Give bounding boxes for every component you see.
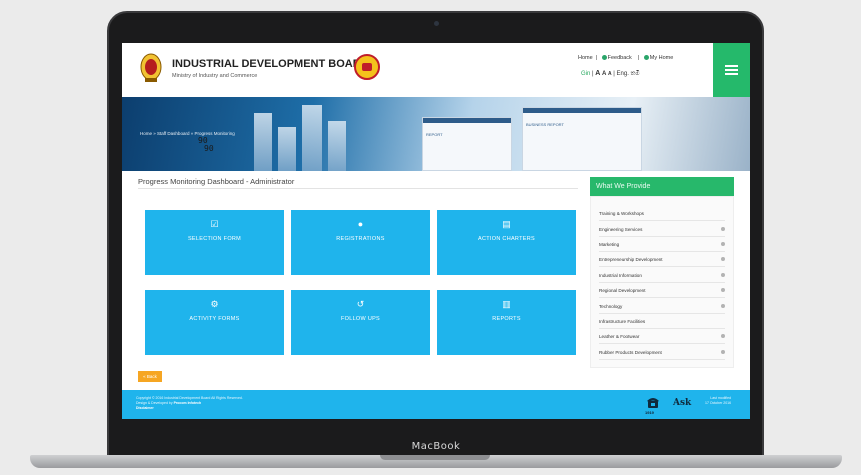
sidebar-item-technology[interactable]: Technology xyxy=(599,299,725,314)
laptop-brand-label: MacBook xyxy=(411,441,461,452)
screen: INDUSTRIAL DEVELOPMENT BOARD Ministry of… xyxy=(122,43,750,419)
history-icon: ↺ xyxy=(356,299,365,309)
banner-bar xyxy=(254,113,272,171)
user-icon xyxy=(643,55,649,60)
feedback-icon xyxy=(601,55,607,60)
camera xyxy=(434,21,439,26)
tile-label: SELECTION FORM xyxy=(187,236,242,242)
arrow-icon xyxy=(721,242,725,246)
last-updated: Last modified 17 October 2016 xyxy=(705,396,732,405)
language-switch: Gin | A A A | Eng. තමි xyxy=(581,70,640,77)
selection-form-tile[interactable]: ☑ SELECTION FORM xyxy=(145,210,284,275)
home-link[interactable]: Home xyxy=(578,55,593,61)
board-logo xyxy=(354,54,380,80)
arrow-icon xyxy=(721,273,725,277)
page-title: Progress Monitoring Dashboard - Administ… xyxy=(138,177,295,186)
tile-label: FOLLOW UPS xyxy=(340,316,381,322)
site-title: INDUSTRIAL DEVELOPMENT BOARD xyxy=(172,58,369,70)
tile-label: ACTIVITY FORMS xyxy=(189,316,240,322)
activity-forms-tile[interactable]: ⚙ ACTIVITY FORMS xyxy=(145,290,284,355)
sidebar-item-marketing[interactable]: Marketing xyxy=(599,237,725,252)
arrow-icon xyxy=(721,304,725,308)
arrow-icon xyxy=(721,350,725,354)
laptop-notch xyxy=(380,455,490,460)
font-large-button[interactable]: A xyxy=(595,70,600,77)
arrow-icon xyxy=(721,257,725,261)
arrow-icon xyxy=(721,227,725,231)
gears-icon: ⚙ xyxy=(210,299,219,309)
reports-tile[interactable]: ▥ REPORTS xyxy=(437,290,576,355)
tamil-link[interactable]: Eng. තමි xyxy=(617,71,640,77)
banner-bar xyxy=(278,127,296,171)
sidebar-item-rubber-products[interactable]: Rubber Products Development xyxy=(599,345,725,360)
banner-numbers: 90 90 xyxy=(198,136,214,153)
circle-icon: ● xyxy=(357,219,364,229)
telephone-icon[interactable] xyxy=(647,396,659,410)
banner-bar xyxy=(328,121,346,171)
banner-bar xyxy=(302,105,322,171)
developer-link[interactable]: Procom Infotech xyxy=(174,401,202,405)
follow-ups-tile[interactable]: ↺ FOLLOW UPS xyxy=(291,290,430,355)
footer-copyright: Copyright © 2016 Industrial Development … xyxy=(136,396,243,411)
sidebar-item-infrastructure[interactable]: Infrastructure Facilities xyxy=(599,314,725,329)
action-charters-tile[interactable]: ▤ ACTION CHARTERS xyxy=(437,210,576,275)
registrations-tile[interactable]: ● REGISTRATIONS xyxy=(291,210,430,275)
ask-link[interactable]: Ask xyxy=(673,398,691,408)
arrow-icon xyxy=(721,334,725,338)
site-subtitle: Ministry of Industry and Commerce xyxy=(172,73,258,79)
top-links: Home | Feedback | My Home xyxy=(578,55,679,61)
feedback-link[interactable]: Feedback xyxy=(601,55,635,61)
arrow-icon xyxy=(721,288,725,292)
site-footer: Copyright © 2016 Industrial Development … xyxy=(122,390,750,419)
site-header: INDUSTRIAL DEVELOPMENT BOARD Ministry of… xyxy=(122,43,750,97)
emblem-logo xyxy=(140,53,162,82)
disclaimer-link[interactable]: Disclaimer xyxy=(136,406,243,411)
divider xyxy=(138,188,578,189)
tile-label: REPORTS xyxy=(492,316,521,322)
checkbox-icon: ☑ xyxy=(210,219,219,229)
tile-label: ACTION CHARTERS xyxy=(478,236,535,242)
back-button[interactable]: « Back xyxy=(138,371,162,382)
my-home-link[interactable]: My Home xyxy=(643,55,677,61)
hero-banner: REPORT BUSINESS REPORT Home » Staff Dash… xyxy=(122,97,750,171)
menu-line-icon xyxy=(725,69,738,71)
sidebar-item-leather-footwear[interactable]: Leather & Footwear xyxy=(599,329,725,344)
bar-chart-icon: ▥ xyxy=(502,299,511,309)
sidebar-item-training[interactable]: Training & Workshops xyxy=(599,206,725,221)
sidebar-item-regional-development[interactable]: Regional Development xyxy=(599,283,725,298)
sidebar-title: What We Provide xyxy=(590,177,734,196)
banner-report-paper: REPORT xyxy=(422,117,512,171)
hotline-number: 1919 xyxy=(645,410,654,415)
document-icon: ▤ xyxy=(502,219,511,229)
menu-line-icon xyxy=(725,73,738,75)
font-medium-button[interactable]: A xyxy=(602,71,606,77)
breadcrumb: Home » Staff Dashboard » Progress Monito… xyxy=(140,131,235,136)
sinhala-link[interactable]: Gin xyxy=(581,71,590,77)
tile-label: REGISTRATIONS xyxy=(336,236,385,242)
menu-line-icon xyxy=(725,65,738,67)
hamburger-menu-button[interactable] xyxy=(713,43,750,97)
font-small-button[interactable]: A xyxy=(608,71,612,77)
banner-business-paper: BUSINESS REPORT xyxy=(522,107,642,171)
sidebar-item-engineering[interactable]: Engineering Services xyxy=(599,222,725,237)
sidebar-item-entrepreneurship[interactable]: Entrepreneurship Development xyxy=(599,252,725,267)
sidebar-item-industrial-information[interactable]: Industrial Information xyxy=(599,268,725,283)
